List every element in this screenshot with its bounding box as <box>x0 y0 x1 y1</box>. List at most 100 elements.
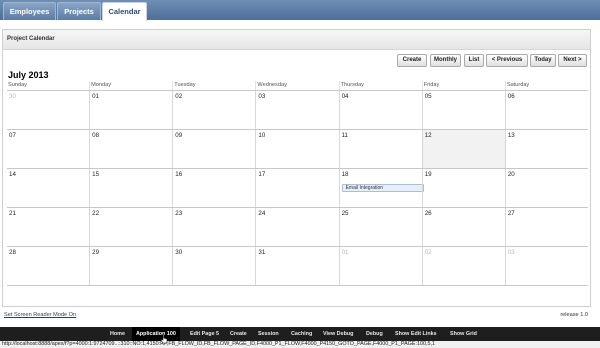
create-button[interactable]: Create <box>397 54 427 67</box>
day-number[interactable]: 29 <box>92 249 99 256</box>
day-number[interactable]: 21 <box>9 210 16 217</box>
dev-view-debug-link[interactable]: View Debug <box>319 327 357 341</box>
calendar-day-cell[interactable]: 30 <box>7 91 89 129</box>
next-button[interactable]: Next > <box>558 54 587 67</box>
calendar-day-cell[interactable]: 23 <box>172 208 255 246</box>
previous-button[interactable]: < Previous <box>486 54 528 67</box>
calendar-day-cell[interactable]: 01 <box>89 91 172 129</box>
day-number[interactable]: 25 <box>342 210 349 217</box>
today-button[interactable]: Today <box>530 54 556 67</box>
day-number[interactable]: 20 <box>508 171 515 178</box>
calendar-day-cell[interactable]: 07 <box>7 130 89 168</box>
day-number[interactable]: 02 <box>175 93 182 100</box>
dev-show-edit-links-link[interactable]: Show Edit Links <box>391 327 441 341</box>
calendar-day-cell[interactable]: 24 <box>255 208 338 246</box>
day-number[interactable]: 17 <box>258 171 265 178</box>
list-button[interactable]: List <box>464 54 484 67</box>
calendar-day-cell[interactable]: 31 <box>255 247 338 285</box>
calendar-week-row: 28 29 30 31 01 02 03 <box>7 247 588 286</box>
day-number[interactable]: 02 <box>425 249 432 256</box>
calendar-day-cell[interactable]: 14 <box>7 169 89 207</box>
calendar-day-cell[interactable]: 16 <box>172 169 255 207</box>
calendar-day-cell[interactable]: 05 <box>421 91 505 129</box>
day-number[interactable]: 18 <box>342 171 349 178</box>
tab-bar: Employees Projects Calendar <box>0 0 600 21</box>
calendar-day-cell[interactable]: 08 <box>89 130 172 168</box>
day-number[interactable]: 04 <box>342 93 349 100</box>
day-number[interactable]: 08 <box>92 132 99 139</box>
day-number[interactable]: 23 <box>175 210 182 217</box>
developer-toolbar: Home Application 100 Edit Page 5 Create … <box>0 327 600 341</box>
day-number[interactable]: 11 <box>342 132 348 139</box>
dev-session-link[interactable]: Session <box>254 327 283 341</box>
day-number[interactable]: 16 <box>175 171 182 178</box>
day-number[interactable]: 10 <box>258 132 265 139</box>
calendar-day-cell[interactable]: 02 <box>172 91 255 129</box>
calendar-day-cell[interactable]: 21 <box>7 208 89 246</box>
calendar-event[interactable]: Email Integration <box>341 184 424 192</box>
day-number[interactable]: 30 <box>9 93 16 100</box>
calendar-day-cell[interactable]: 27 <box>504 208 588 246</box>
day-number[interactable]: 28 <box>9 249 16 256</box>
day-number[interactable]: 15 <box>92 171 99 178</box>
month-title: July 2013 <box>8 70 49 80</box>
calendar-day-cell[interactable]: 17 <box>255 169 338 207</box>
day-number[interactable]: 30 <box>175 249 182 256</box>
dev-caching-link[interactable]: Caching <box>287 327 316 341</box>
region-header: Project Calendar <box>3 30 590 50</box>
day-number[interactable]: 22 <box>92 210 99 217</box>
calendar-day-cell[interactable]: 11 <box>338 130 422 168</box>
dev-home-link[interactable]: Home <box>106 327 129 341</box>
calendar-day-cell[interactable]: 26 <box>421 208 505 246</box>
calendar-day-cell[interactable]: 28 <box>7 247 89 285</box>
calendar-day-cell[interactable]: 02 <box>421 247 505 285</box>
dow-saturday: Saturday <box>504 81 588 90</box>
calendar-day-cell[interactable]: 13 <box>504 130 588 168</box>
calendar-day-cell[interactable]: 12 <box>421 130 505 168</box>
calendar-week-row: 30 01 02 03 04 05 06 <box>7 91 588 130</box>
day-number[interactable]: 31 <box>258 249 265 256</box>
calendar-day-cell[interactable]: 25 <box>338 208 422 246</box>
day-number[interactable]: 12 <box>425 132 432 139</box>
day-number[interactable]: 01 <box>92 93 99 100</box>
calendar-day-cell[interactable]: 04 <box>338 91 422 129</box>
day-number[interactable]: 09 <box>175 132 182 139</box>
tab-calendar[interactable]: Calendar <box>102 2 147 21</box>
calendar-day-cell[interactable]: 29 <box>89 247 172 285</box>
dev-application-link[interactable]: Application 100 <box>132 327 180 341</box>
day-number[interactable]: 06 <box>508 93 515 100</box>
calendar-day-cell[interactable]: 22 <box>89 208 172 246</box>
calendar-day-cell[interactable]: 30 <box>172 247 255 285</box>
calendar-week-row: 07 08 09 10 11 12 13 <box>7 130 588 169</box>
day-number[interactable]: 07 <box>9 132 16 139</box>
day-number[interactable]: 05 <box>425 93 432 100</box>
day-number[interactable]: 03 <box>258 93 265 100</box>
day-number[interactable]: 24 <box>258 210 265 217</box>
calendar-day-cell[interactable]: 18 Email Integration <box>338 169 424 207</box>
screen-reader-mode-link[interactable]: Set Screen Reader Mode On <box>4 312 76 318</box>
calendar-day-cell[interactable]: 03 <box>255 91 338 129</box>
tab-projects[interactable]: Projects <box>57 2 101 20</box>
calendar-day-cell[interactable]: 20 <box>504 169 588 207</box>
day-number[interactable]: 27 <box>508 210 515 217</box>
day-number[interactable]: 13 <box>508 132 515 139</box>
calendar-day-cell[interactable]: 03 <box>504 247 588 285</box>
calendar-day-cell[interactable]: 01 <box>338 247 422 285</box>
monthly-button[interactable]: Monthly <box>430 54 461 67</box>
mouse-pointer-icon <box>161 334 168 344</box>
calendar-day-cell[interactable]: 10 <box>255 130 338 168</box>
tab-employees[interactable]: Employees <box>3 2 56 20</box>
calendar-day-cell[interactable]: 15 <box>89 169 172 207</box>
calendar-day-cell[interactable]: 09 <box>172 130 255 168</box>
dev-create-link[interactable]: Create <box>226 327 251 341</box>
day-number[interactable]: 03 <box>508 249 515 256</box>
dev-debug-link[interactable]: Debug <box>362 327 387 341</box>
day-number[interactable]: 26 <box>425 210 432 217</box>
calendar-day-cell[interactable]: 06 <box>504 91 588 129</box>
dev-edit-page-link[interactable]: Edit Page 5 <box>186 327 223 341</box>
day-number[interactable]: 01 <box>342 249 349 256</box>
dev-show-grid-link[interactable]: Show Grid <box>446 327 481 341</box>
day-number[interactable]: 19 <box>425 171 432 178</box>
calendar-day-cell[interactable]: 19 <box>421 169 505 207</box>
day-number[interactable]: 14 <box>9 171 16 178</box>
